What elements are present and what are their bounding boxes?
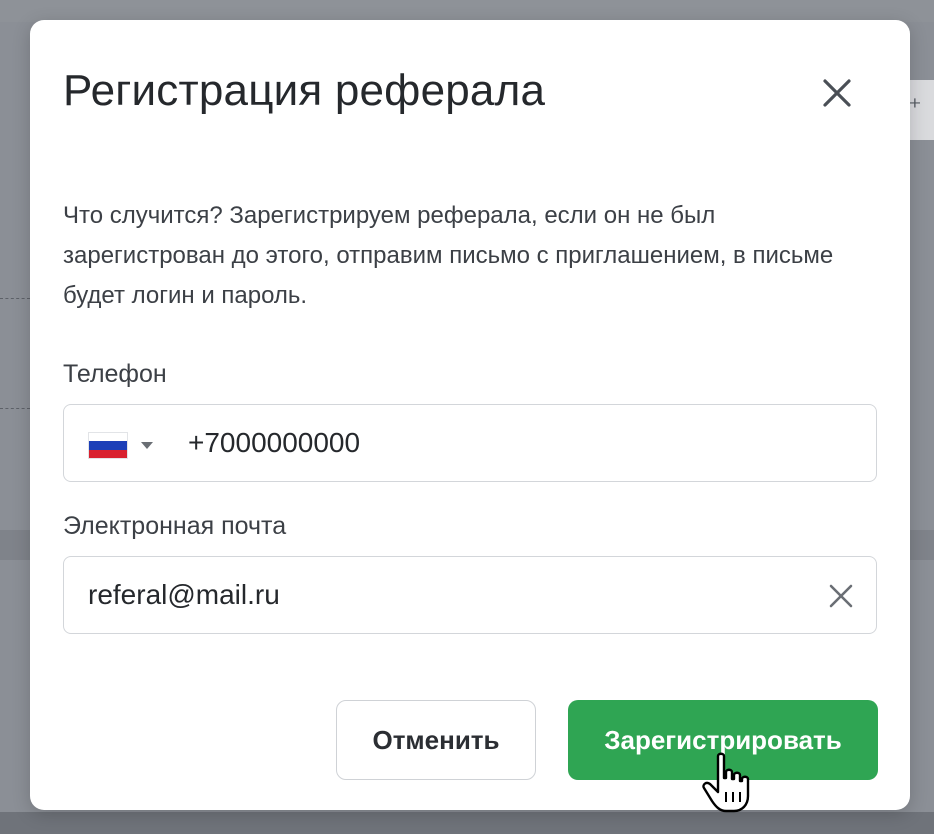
referral-registration-dialog: Регистрация реферала Что случится? Зарег… [30, 20, 910, 810]
background-footer [0, 812, 934, 834]
cancel-button[interactable]: Отменить [336, 700, 536, 780]
phone-field [63, 404, 877, 482]
background-divider [0, 298, 30, 299]
email-input[interactable] [88, 557, 808, 632]
email-field [63, 556, 877, 634]
close-icon [823, 79, 851, 107]
close-dialog-button[interactable] [818, 74, 856, 112]
email-label: Электронная почта [63, 512, 287, 540]
hand-cursor-icon [702, 752, 750, 813]
flag-border [88, 432, 128, 459]
dialog-title: Регистрация реферала [63, 66, 546, 115]
clear-email-button[interactable] [828, 583, 854, 609]
phone-label: Телефон [63, 360, 167, 388]
background-divider [0, 408, 30, 409]
clear-icon [829, 584, 853, 608]
phone-input[interactable] [188, 405, 848, 480]
country-code-select[interactable] [86, 427, 162, 461]
add-user-icon: ⁺ [908, 92, 922, 122]
background-page [0, 0, 934, 22]
dialog-description: Что случится? Зарегистрируем реферала, е… [63, 202, 834, 309]
chevron-down-icon [141, 442, 153, 449]
